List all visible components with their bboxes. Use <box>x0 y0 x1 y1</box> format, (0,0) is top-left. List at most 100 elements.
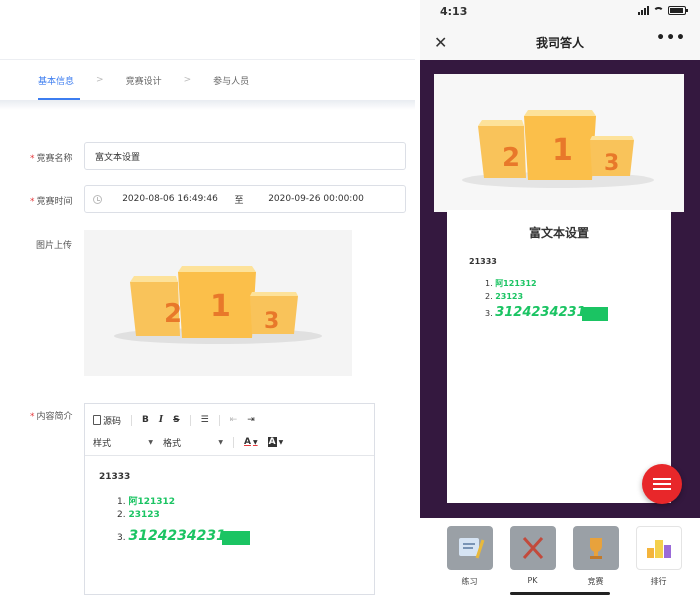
chevron-down-icon: ▼ <box>252 438 258 446</box>
contest-banner: 2 1 3 <box>434 74 684 212</box>
list-text: 23123 <box>495 292 524 301</box>
tab-contest[interactable]: 竞赛 <box>571 526 621 600</box>
list-number: 3. <box>485 309 493 318</box>
indent-icon[interactable]: ⇥ <box>247 415 255 425</box>
menu-fab-button[interactable] <box>642 464 682 504</box>
phone-content: 2 1 3 富文本设置 21333 1. 阿121312 2. 23123 3.… <box>420 60 700 518</box>
chevron-down-icon: ▼ <box>278 438 284 446</box>
numbered-list-icon[interactable]: ☰ <box>201 415 209 425</box>
source-icon <box>93 415 101 425</box>
podium-center-number: 1 <box>552 133 573 168</box>
outdent-icon[interactable]: ⇤ <box>230 415 238 425</box>
image-upload-label: 图片上传 <box>36 241 73 251</box>
list-item: 1. 阿121312 <box>485 278 649 289</box>
tab-practice[interactable]: 练习 <box>445 526 495 600</box>
podium-left-number: 2 <box>502 143 520 173</box>
chevron-down-icon: ▼ <box>148 438 153 446</box>
signal-icon <box>638 6 649 15</box>
list-number: 2. <box>485 292 493 301</box>
tab-participants[interactable]: 参与人员 <box>213 74 249 87</box>
editor-toolbar: 源码 B I S ☰ ⇤ ⇥ 样式 ▼ 格式 ▼ A ▼ A ▼ <box>85 404 374 456</box>
list-item: 3. 3124234231 <box>117 528 360 545</box>
list-item: 1. 阿121312 <box>117 494 360 507</box>
ranking-graphic <box>646 540 671 558</box>
format-select-value: 格式 <box>163 438 182 449</box>
status-icons <box>638 6 688 15</box>
chevron-right-icon: > <box>183 75 192 85</box>
more-icon[interactable]: ••• <box>656 30 686 46</box>
nav-bar: ✕ 我司答人 ••• <box>420 24 700 60</box>
format-select[interactable]: 格式 ▼ <box>163 436 223 449</box>
battery-fill <box>670 8 683 13</box>
start-time[interactable]: 2020-08-06 16:49:46 <box>118 194 222 204</box>
home-indicator <box>510 592 610 595</box>
tab-label: PK <box>527 576 538 585</box>
close-icon[interactable]: ✕ <box>434 33 447 52</box>
menu-icon <box>653 478 671 480</box>
tab-label: 练习 <box>461 577 478 586</box>
list-text: 23123 <box>128 510 160 520</box>
card-body: 21333 1. 阿121312 2. 23123 3. 3124234231 <box>447 241 671 340</box>
toolbar-divider <box>218 414 220 426</box>
contest-name-label-text: 竞赛名称 <box>36 154 73 164</box>
ranking-icon <box>635 526 682 570</box>
tab-contest-design[interactable]: 竞赛设计 <box>126 74 162 87</box>
italic-button[interactable]: I <box>159 415 163 425</box>
font-color-label: A <box>244 437 251 447</box>
tab-label: 竞赛 <box>587 577 604 586</box>
screen: 基本信息 > 竞赛设计 > 参与人员 * 竞赛名称 富文本设置 * 竞赛时间 202… <box>0 0 700 600</box>
bold-button[interactable]: B <box>142 415 149 425</box>
battery-icon <box>668 6 688 15</box>
green-highlight <box>221 530 250 545</box>
pk-swords-icon <box>509 526 556 570</box>
bottom-tab-bar: 练习 PK 竞赛 排行 <box>420 518 700 600</box>
podium-illustration: 2 1 3 <box>462 110 654 188</box>
intro-label-text: 内容简介 <box>36 412 73 422</box>
status-bar: 4:13 <box>420 0 700 24</box>
wifi-icon <box>653 6 664 15</box>
source-button[interactable]: 源码 <box>93 414 121 427</box>
editor-heading: 21333 <box>99 472 131 482</box>
trophy-graphic <box>589 538 602 559</box>
style-select-value: 样式 <box>93 438 112 449</box>
list-text: 3124234231 <box>128 528 226 544</box>
phone-preview: 4:13 ✕ 我司答人 ••• 2 1 3 富文本设置 21333 1. 阿12… <box>420 0 700 600</box>
card-title: 富文本设置 <box>528 226 589 240</box>
contest-time-range-input[interactable]: 2020-08-06 16:49:46 至 2020-09-26 00:00:0… <box>84 185 406 213</box>
list-number: 3. <box>117 533 126 543</box>
podium-right-number: 3 <box>264 309 279 334</box>
toolbar-divider <box>233 436 234 448</box>
tab-ranking[interactable]: 排行 <box>634 526 684 600</box>
contest-name-label: * 竞赛名称 <box>30 154 73 164</box>
uploaded-image[interactable]: 2 1 3 <box>84 230 352 376</box>
status-time: 4:13 <box>440 5 468 18</box>
contest-name-input[interactable]: 富文本设置 <box>84 142 406 170</box>
contest-time-label: * 竞赛时间 <box>30 197 73 207</box>
admin-panel: 基本信息 > 竞赛设计 > 参与人员 * 竞赛名称 富文本设置 * 竞赛时间 202… <box>0 0 415 600</box>
toolbar-divider <box>189 414 191 426</box>
toolbar-divider <box>131 414 133 426</box>
tab-basic-info[interactable]: 基本信息 <box>38 74 74 87</box>
intro-label: * 内容简介 <box>30 412 73 422</box>
chevron-right-icon: > <box>96 75 104 85</box>
font-color-button[interactable]: A ▼ <box>244 437 258 447</box>
time-separator: 至 <box>234 195 244 206</box>
end-time[interactable]: 2020-09-26 00:00:00 <box>256 194 376 204</box>
bg-color-label: A <box>267 437 277 447</box>
editor-content[interactable]: 21333 1. 阿121312 2. 23123 3. 3124234231 <box>85 456 374 564</box>
step-tabs: 基本信息 > 竞赛设计 > 参与人员 <box>0 60 415 100</box>
list-number: 1. <box>117 497 126 507</box>
practice-icon-graphic <box>458 538 484 559</box>
bg-color-button[interactable]: A ▼ <box>267 437 284 447</box>
contest-time-label-text: 竞赛时间 <box>36 197 73 207</box>
practice-icon <box>446 526 493 570</box>
card-heading: 21333 <box>469 257 497 266</box>
editor-list: 1. 阿121312 2. 23123 3. 3124234231 <box>99 494 360 545</box>
list-text: 阿121312 <box>495 279 537 288</box>
style-select[interactable]: 样式 ▼ <box>93 436 153 449</box>
contest-card: 富文本设置 21333 1. 阿121312 2. 23123 3. 31242… <box>447 210 671 503</box>
green-highlight <box>581 306 608 321</box>
tab-pk[interactable]: PK <box>508 526 558 600</box>
rich-text-editor[interactable]: 源码 B I S ☰ ⇤ ⇥ 样式 ▼ 格式 ▼ A ▼ A ▼ 21333 1… <box>84 403 375 595</box>
strikethrough-button[interactable]: S <box>173 415 179 425</box>
